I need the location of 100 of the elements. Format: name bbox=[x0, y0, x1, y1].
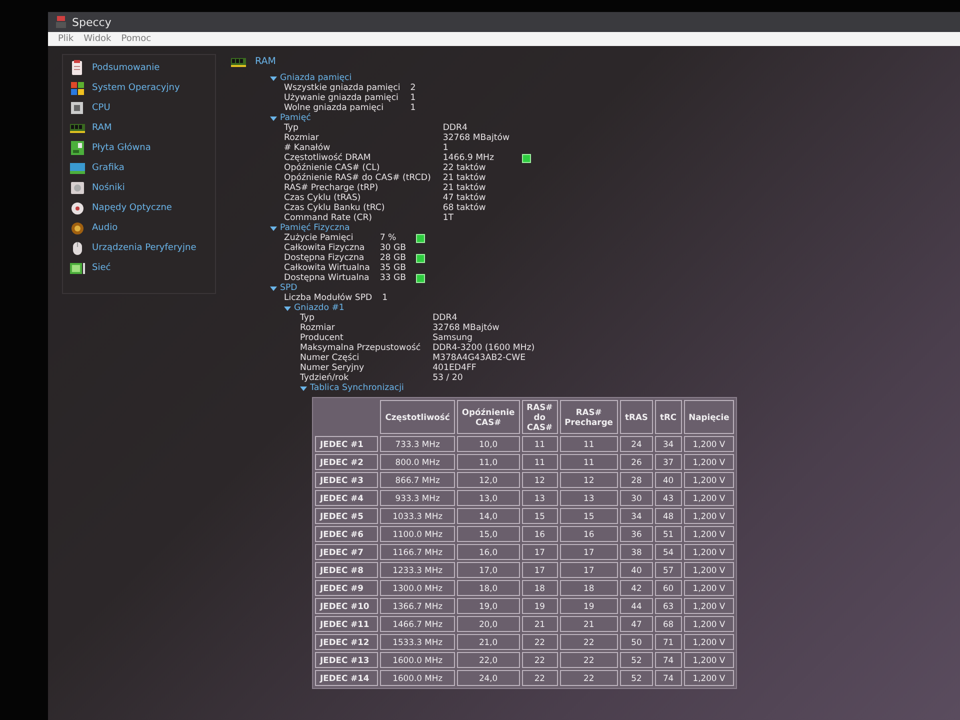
chip-icon bbox=[69, 100, 86, 116]
sidebar-item[interactable]: Grafika bbox=[69, 159, 209, 177]
table-cell: 13 bbox=[560, 490, 618, 506]
table-cell: 68 bbox=[654, 616, 682, 632]
caret-icon[interactable] bbox=[300, 384, 307, 392]
property-value: 35 GB bbox=[380, 263, 406, 273]
caret-icon[interactable] bbox=[270, 224, 277, 232]
table-cell: 47 bbox=[620, 616, 653, 632]
property-label: Maksymalna Przepustowość bbox=[300, 343, 421, 353]
table-cell: 1,200 V bbox=[684, 580, 734, 596]
table-cell: 1366.7 MHz bbox=[380, 598, 455, 614]
sidebar-item[interactable]: Urządzenia Peryferyjne bbox=[69, 239, 209, 257]
property-value: 1 bbox=[442, 143, 450, 153]
graph-button[interactable] bbox=[522, 154, 531, 162]
table-cell: 16 bbox=[560, 526, 618, 542]
caret-icon[interactable] bbox=[270, 74, 277, 82]
table-cell: 1,200 V bbox=[684, 436, 734, 452]
table-cell: 24,0 bbox=[456, 670, 520, 686]
sidebar-item[interactable]: Płyta Główna bbox=[69, 139, 209, 157]
property-value: 2 bbox=[410, 83, 416, 93]
table-cell: 15 bbox=[522, 508, 558, 524]
table-cell: 1600.0 MHz bbox=[380, 670, 455, 686]
table-cell: 71 bbox=[654, 634, 682, 650]
property-label: Numer Seryjny bbox=[300, 363, 366, 373]
graph-button[interactable] bbox=[416, 254, 426, 262]
table-cell: 42 bbox=[620, 580, 653, 596]
graphics-card-icon bbox=[69, 160, 86, 176]
property-label: Liczba Modułów SPD bbox=[284, 293, 372, 303]
table-cell: 1100.0 MHz bbox=[380, 526, 455, 542]
row-header: JEDEC #12 bbox=[315, 634, 378, 650]
sidebar-item[interactable]: Napędy Optyczne bbox=[69, 199, 209, 217]
table-cell: 34 bbox=[654, 436, 682, 452]
table-cell: 1,200 V bbox=[684, 490, 734, 506]
row-header: JEDEC #3 bbox=[315, 472, 378, 488]
property-label: Zużycie Pamięci bbox=[284, 233, 354, 243]
property-label: Opóźnienie CAS# (CL) bbox=[284, 163, 381, 173]
caret-icon[interactable] bbox=[270, 284, 277, 292]
table-cell: 19,0 bbox=[456, 598, 520, 614]
table-cell: 800.0 MHz bbox=[380, 454, 455, 470]
sidebar-item[interactable]: CPU bbox=[69, 99, 209, 117]
property-value: 1 bbox=[410, 103, 416, 113]
table-cell: 22 bbox=[522, 652, 558, 668]
property-value: 30 GB bbox=[380, 243, 406, 253]
property-label: Używanie gniazda pamięci bbox=[284, 93, 400, 103]
sidebar-item[interactable]: Audio bbox=[69, 219, 209, 237]
graph-button[interactable] bbox=[416, 274, 426, 282]
table-cell: 74 bbox=[654, 670, 682, 686]
property-label: Numer Części bbox=[300, 353, 360, 363]
row-header: JEDEC #13 bbox=[315, 652, 378, 668]
menu-item[interactable]: Plik bbox=[58, 34, 74, 44]
property-value: 32768 MBajtów bbox=[442, 133, 510, 143]
caret-icon[interactable] bbox=[284, 304, 291, 312]
table-cell: 30 bbox=[620, 490, 653, 506]
table-cell: 19 bbox=[522, 598, 558, 614]
column-header: RAS# do CAS# bbox=[522, 400, 558, 434]
table-cell: 17 bbox=[560, 544, 618, 560]
table-cell: 1,200 V bbox=[684, 670, 734, 686]
table-cell: 22 bbox=[560, 634, 618, 650]
property-value: 1T bbox=[442, 213, 455, 223]
table-cell: 40 bbox=[654, 472, 682, 488]
menu-item[interactable]: Pomoc bbox=[121, 34, 152, 44]
sidebar-item[interactable]: Podsumowanie bbox=[69, 59, 209, 77]
table-cell: 24 bbox=[620, 436, 653, 452]
property-value: M378A4G43AB2-CWE bbox=[432, 353, 527, 363]
property-label: Wolne gniazda pamięci bbox=[284, 103, 385, 113]
row-header: JEDEC #14 bbox=[315, 670, 378, 686]
section-title: Gniazdo #1 bbox=[294, 303, 344, 313]
table-cell: 17 bbox=[560, 562, 618, 578]
row-header: JEDEC #4 bbox=[315, 490, 378, 506]
four-color-flag-icon bbox=[69, 80, 86, 96]
window-title: Speccy bbox=[72, 16, 112, 28]
table-cell: 19 bbox=[560, 598, 618, 614]
table-cell: 1,200 V bbox=[684, 562, 734, 578]
table-cell: 21,0 bbox=[456, 634, 520, 650]
column-header: tRC bbox=[654, 400, 682, 434]
table-cell: 1533.3 MHz bbox=[380, 634, 455, 650]
sidebar-item[interactable]: System Operacyjny bbox=[69, 79, 209, 97]
section-title: Pamięć Fizyczna bbox=[280, 223, 350, 233]
property-label: Czas Cyklu Banku (tRC) bbox=[284, 203, 386, 213]
sidebar-item[interactable]: Nośniki bbox=[69, 179, 209, 197]
caret-icon[interactable] bbox=[270, 114, 277, 122]
table-cell: 43 bbox=[654, 490, 682, 506]
table-cell: 12 bbox=[560, 472, 618, 488]
menu-item[interactable]: Widok bbox=[84, 34, 112, 44]
property-value: 28 GB bbox=[380, 253, 406, 263]
sidebar-item[interactable]: Sieć bbox=[69, 259, 209, 277]
sidebar-item[interactable]: RAM bbox=[69, 119, 209, 137]
table-cell: 63 bbox=[654, 598, 682, 614]
table-cell: 22 bbox=[522, 634, 558, 650]
graph-button[interactable] bbox=[416, 234, 426, 242]
property-label: Dostępna Wirtualna bbox=[284, 273, 370, 283]
property-label: Całkowita Fizyczna bbox=[284, 243, 366, 253]
property-value: 47 taktów bbox=[442, 193, 487, 203]
property-value: 1 bbox=[382, 293, 388, 303]
table-cell: 11 bbox=[522, 436, 558, 452]
table-cell: 21 bbox=[522, 616, 558, 632]
row-header: JEDEC #10 bbox=[315, 598, 378, 614]
table-cell: 1,200 V bbox=[684, 634, 734, 650]
table-cell: 40 bbox=[620, 562, 653, 578]
property-value: 7 % bbox=[380, 233, 398, 243]
